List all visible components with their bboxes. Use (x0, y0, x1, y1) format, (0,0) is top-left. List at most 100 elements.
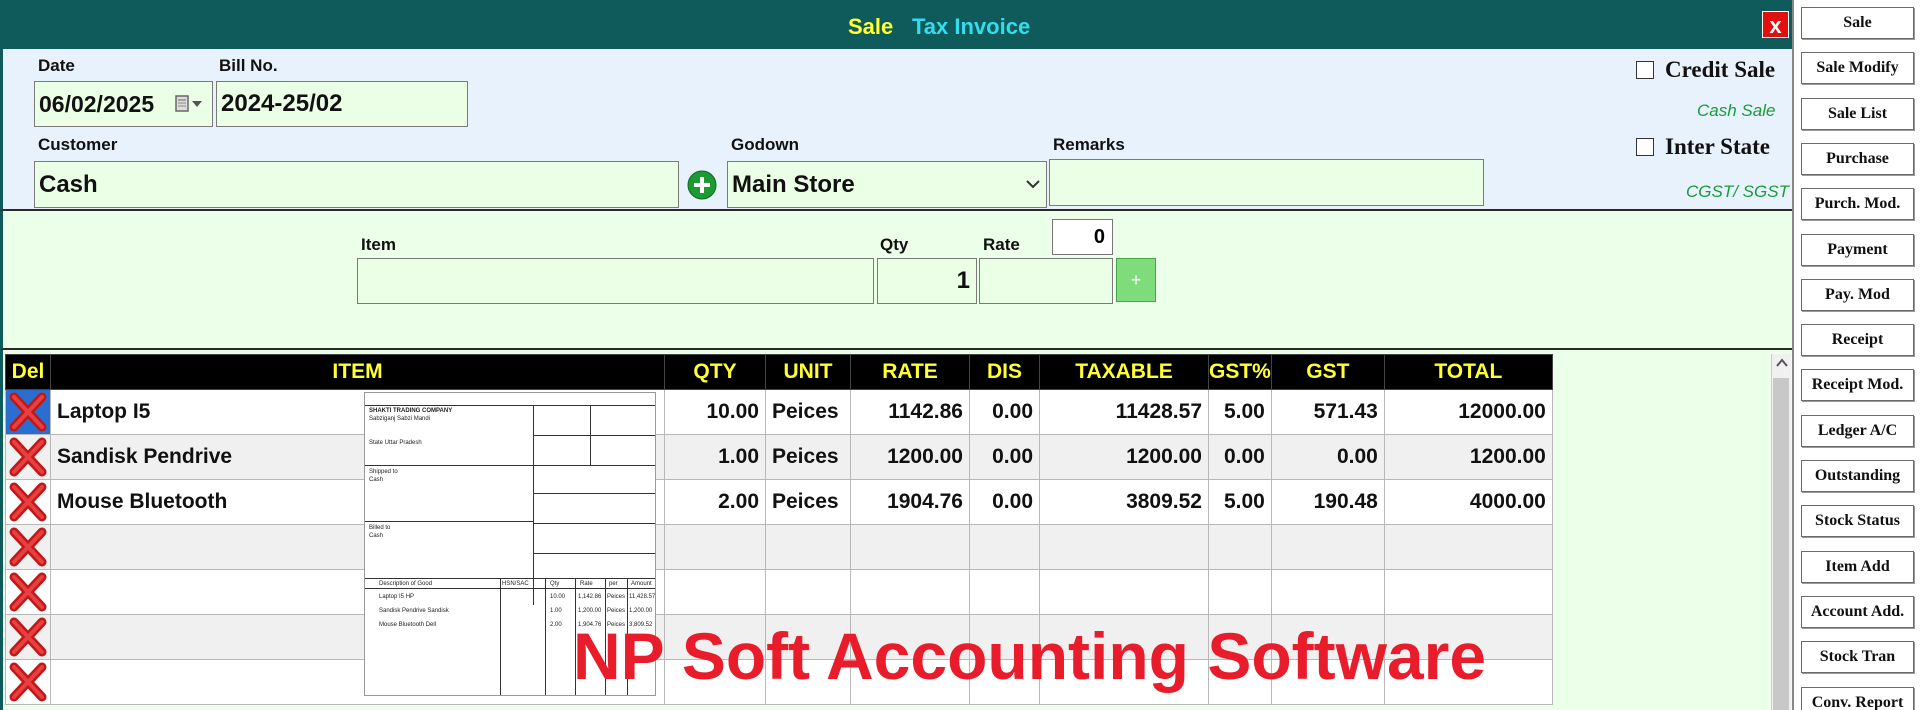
preview-line-cell: Sandisk Pendrive Sandisk (379, 608, 449, 614)
col-header-gst-percent: GST% (1208, 354, 1272, 390)
delete-row-icon[interactable] (5, 614, 51, 660)
menu-button-ledger-a-c[interactable]: Ledger A/C (1801, 414, 1914, 447)
cell-dis: 0.00 (969, 479, 1040, 525)
menu-button-stock-status[interactable]: Stock Status (1801, 505, 1914, 538)
qty-input[interactable]: 1 (877, 258, 977, 304)
watermark-text: NP Soft Accounting Software (573, 619, 1487, 693)
add-item-label: + (1130, 270, 1142, 290)
menu-button-item-add[interactable]: Item Add (1801, 550, 1914, 583)
delete-row-icon[interactable] (5, 434, 51, 480)
cell-total (1383, 524, 1553, 570)
col-header-rate: RATE (850, 354, 970, 390)
menu-button-stock-tran[interactable]: Stock Tran (1801, 641, 1914, 674)
cell-qty: 10.00 (664, 389, 766, 435)
cell-rate: 1904.76 (850, 479, 970, 525)
add-item-button[interactable]: + (1116, 258, 1156, 302)
table-row[interactable]: Laptop I5 10.00 Peices 1142.86 0.00 11428.57 5… (5, 389, 1553, 435)
menu-button-sale[interactable]: Sale (1801, 7, 1914, 39)
date-value: 06/02/2025 (39, 90, 155, 117)
cell-gst: 0.00 (1270, 434, 1385, 480)
menu-button-conv-report[interactable]: Conv. Report (1801, 686, 1914, 710)
remarks-field[interactable] (1049, 159, 1484, 206)
cell-dis (969, 569, 1040, 615)
preview-company: SHAKTI TRADING COMPANY (369, 408, 453, 414)
preview-line-cell: 1,200.00 (578, 608, 602, 614)
qty-value: 1 (956, 267, 970, 294)
godown-label: Godown (731, 135, 799, 154)
date-label: Date (38, 56, 75, 75)
preview-line-cell: 1,142.86 (578, 594, 602, 600)
table-row[interactable]: Mouse Bluetooth 2.00 Peices 1904.76 0.00 3809… (5, 479, 1553, 525)
delete-row-icon[interactable] (5, 524, 51, 570)
customer-value: Cash (39, 170, 98, 198)
cell-rate (850, 524, 970, 570)
cell-qty: 2.00 (664, 479, 766, 525)
table-row[interactable]: Sandisk Pendrive 1.00 Peices 1200.00 0.00 120… (5, 434, 1553, 480)
title-bar (0, 0, 1792, 49)
cell-unit: Peices (765, 389, 851, 435)
qty-label: Qty (880, 235, 909, 254)
cell-rate (850, 569, 970, 615)
chevron-down-icon[interactable] (1024, 176, 1042, 192)
menu-button-receipt-mod[interactable]: Receipt Mod. (1801, 369, 1914, 402)
cell-gst-percent: 0.00 (1208, 434, 1272, 480)
menu-button-outstanding[interactable]: Outstanding (1801, 460, 1914, 492)
cell-total: 12000.00 (1383, 389, 1553, 435)
rate-extra-field[interactable]: 0 (1052, 219, 1113, 255)
delete-row-icon[interactable] (5, 659, 51, 705)
bill-no-field[interactable]: 2024-25/02 (216, 81, 468, 127)
delete-row-icon[interactable] (5, 479, 51, 525)
rate-input[interactable] (979, 258, 1113, 304)
godown-select[interactable]: Main Store (727, 161, 1047, 208)
window-title-sale: Sale (848, 14, 894, 39)
cell-taxable (1039, 569, 1209, 615)
cash-sale-mode-text: Cash Sale (1697, 101, 1776, 120)
credit-sale-label: Credit Sale (1665, 57, 1776, 82)
col-header-gst: GST (1270, 354, 1385, 390)
preview-col-qty: Qty (550, 581, 560, 587)
menu-button-purchase[interactable]: Purchase (1801, 142, 1914, 175)
cell-taxable: 1200.00 (1039, 434, 1209, 480)
close-button[interactable]: x (1762, 11, 1789, 38)
delete-row-icon[interactable] (5, 389, 51, 435)
menu-button-sale-modify[interactable]: Sale Modify (1801, 52, 1914, 85)
menu-button-receipt[interactable]: Receipt (1801, 324, 1914, 357)
preview-shipped-cash: Cash (369, 477, 384, 483)
col-header-total: TOTAL (1383, 354, 1553, 390)
preview-line-cell: 11,428.57 (629, 594, 656, 600)
preview-line-cell: Mouse Bluetooth Dell (379, 622, 437, 628)
calendar-dropdown-icon[interactable] (175, 94, 205, 114)
menu-button-pay-mod[interactable]: Pay. Mod (1801, 278, 1914, 311)
cgst-sgst-mode-text: CGST/ SGST (1686, 182, 1789, 201)
col-header-unit: UNIT (765, 354, 851, 390)
inter-state-checkbox[interactable] (1636, 138, 1654, 156)
rate-extra-value: 0 (1093, 226, 1105, 248)
table-row[interactable] (5, 569, 1553, 615)
cell-qty (664, 569, 766, 615)
table-row[interactable] (5, 524, 1553, 570)
cell-unit: Peices (765, 479, 851, 525)
add-customer-icon[interactable] (687, 170, 717, 200)
cell-gst (1270, 569, 1385, 615)
cell-qty (664, 524, 766, 570)
menu-button-payment[interactable]: Payment (1801, 233, 1914, 266)
col-header-taxable: TAXABLE (1039, 354, 1209, 390)
menu-button-account-add[interactable]: Account Add. (1801, 595, 1914, 628)
cell-rate: 1142.86 (850, 389, 970, 435)
col-header-qty: QTY (664, 354, 766, 390)
preview-line-cell: Peices (607, 594, 626, 600)
preview-shipped-to: Shipped to (369, 469, 398, 475)
scrollbar-thumb[interactable] (1773, 378, 1789, 710)
menu-button-purch-mod[interactable]: Purch. Mod. (1801, 188, 1914, 221)
cell-taxable: 11428.57 (1039, 389, 1209, 435)
delete-row-icon[interactable] (5, 569, 51, 615)
col-header-dis: DIS (969, 354, 1040, 390)
item-input[interactable] (357, 258, 874, 304)
customer-field[interactable]: Cash (34, 161, 679, 208)
preview-line-cell: 1.00 (550, 608, 562, 614)
credit-sale-checkbox[interactable] (1636, 61, 1654, 79)
preview-line-cell: Peices (607, 608, 626, 614)
cell-total: 4000.00 (1383, 479, 1553, 525)
menu-button-sale-list[interactable]: Sale List (1801, 97, 1914, 130)
scroll-up-icon[interactable] (1773, 356, 1791, 370)
